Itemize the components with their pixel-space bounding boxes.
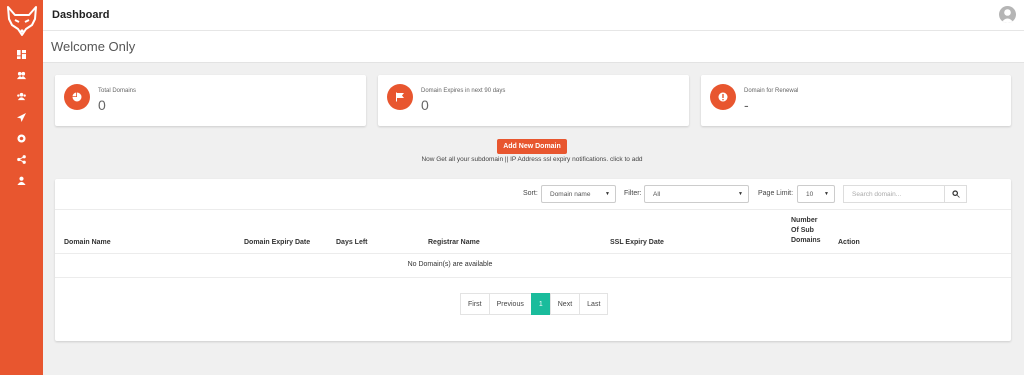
- user-icon: [17, 176, 26, 185]
- sidebar: [0, 0, 43, 375]
- page-limit-label: Page Limit:: [758, 190, 794, 197]
- nav-group[interactable]: [0, 86, 43, 107]
- dashboard-icon: [17, 50, 26, 59]
- divider: [55, 209, 1011, 210]
- sort-value: Domain name: [550, 191, 591, 198]
- welcome-header: Welcome Only: [43, 31, 1024, 63]
- page-previous[interactable]: Previous: [488, 293, 532, 315]
- sort-select[interactable]: Domain name ▼: [541, 185, 616, 203]
- stat-label: Domain Expires in next 90 days: [421, 88, 506, 94]
- nav-settings[interactable]: [0, 128, 43, 149]
- domains-panel: Sort: Domain name ▼ Filter: All ▼ Page L…: [55, 179, 1011, 341]
- add-new-domain-button[interactable]: Add New Domain: [497, 139, 567, 154]
- header-registrar[interactable]: Registrar Name: [428, 238, 480, 248]
- nav-send[interactable]: [0, 107, 43, 128]
- header-sub-domains-line: Number: [791, 217, 818, 224]
- stat-value: 0: [421, 97, 429, 113]
- search-button[interactable]: [945, 185, 967, 203]
- avatar[interactable]: [999, 6, 1016, 23]
- header-days-left[interactable]: Days Left: [336, 238, 368, 248]
- page-limit-value: 10: [806, 191, 814, 198]
- user-avatar-icon: [1001, 9, 1014, 23]
- header-sub-domains-line: Domains: [791, 237, 821, 244]
- nav-share[interactable]: [0, 149, 43, 170]
- welcome-text: Welcome Only: [51, 39, 136, 54]
- page-next[interactable]: Next: [549, 293, 581, 315]
- page-limit-select[interactable]: 10 ▼: [797, 185, 835, 203]
- filter-label: Filter:: [624, 190, 642, 197]
- empty-message: No Domain(s) are available: [407, 261, 493, 268]
- chevron-down-icon: ▼: [605, 191, 610, 197]
- header-expiry-date[interactable]: Domain Expiry Date: [244, 238, 310, 248]
- fox-logo-icon: [6, 5, 37, 36]
- fox-logo[interactable]: [0, 0, 43, 43]
- search-icon: [951, 190, 960, 198]
- header-sub-domains[interactable]: Number Of Sub Domains: [791, 216, 821, 246]
- share-icon: [17, 155, 26, 164]
- page-first[interactable]: First: [460, 293, 490, 315]
- stat-value: -: [744, 97, 749, 113]
- stat-card-renewal-domains: Domain for Renewal -: [701, 75, 1011, 126]
- stat-label: Domain for Renewal: [744, 88, 799, 94]
- header-action: Action: [838, 239, 860, 246]
- stat-value: 0: [98, 97, 106, 113]
- header-domain-name[interactable]: Domain Name: [64, 238, 111, 248]
- stat-card-total-domains: Total Domains 0: [55, 75, 366, 126]
- stat-card-expiring-domains: Domain Expires in next 90 days 0: [378, 75, 689, 126]
- filter-value: All: [653, 191, 661, 198]
- header-sub-domains-line: Of Sub: [791, 227, 814, 234]
- add-domain-note: Now Get all your subdomain || IP Address…: [421, 156, 643, 163]
- search-input[interactable]: [843, 185, 945, 203]
- nav-users[interactable]: [0, 65, 43, 86]
- divider: [55, 253, 1011, 254]
- settings-icon: [17, 134, 26, 143]
- page-current[interactable]: 1: [530, 293, 551, 315]
- header-ssl-expiry[interactable]: SSL Expiry Date: [610, 238, 664, 248]
- send-icon: [17, 113, 26, 122]
- pagination: First Previous 1 Next Last: [460, 293, 609, 315]
- users-icon: [17, 71, 26, 80]
- pie-chart-icon: [64, 84, 90, 110]
- flag-icon: [387, 84, 413, 110]
- chevron-down-icon: ▼: [824, 191, 829, 197]
- nav-user[interactable]: [0, 170, 43, 191]
- page-last[interactable]: Last: [579, 293, 609, 315]
- divider: [55, 277, 1011, 278]
- top-bar: Dashboard: [43, 0, 1024, 31]
- chevron-down-icon: ▼: [738, 191, 743, 197]
- nav-dashboard[interactable]: [0, 44, 43, 65]
- info-icon: [710, 84, 736, 110]
- stat-label: Total Domains: [98, 88, 137, 94]
- group-icon: [17, 92, 26, 101]
- filter-select[interactable]: All ▼: [644, 185, 749, 203]
- sort-label: Sort:: [523, 190, 538, 197]
- page-title: Dashboard: [52, 9, 110, 21]
